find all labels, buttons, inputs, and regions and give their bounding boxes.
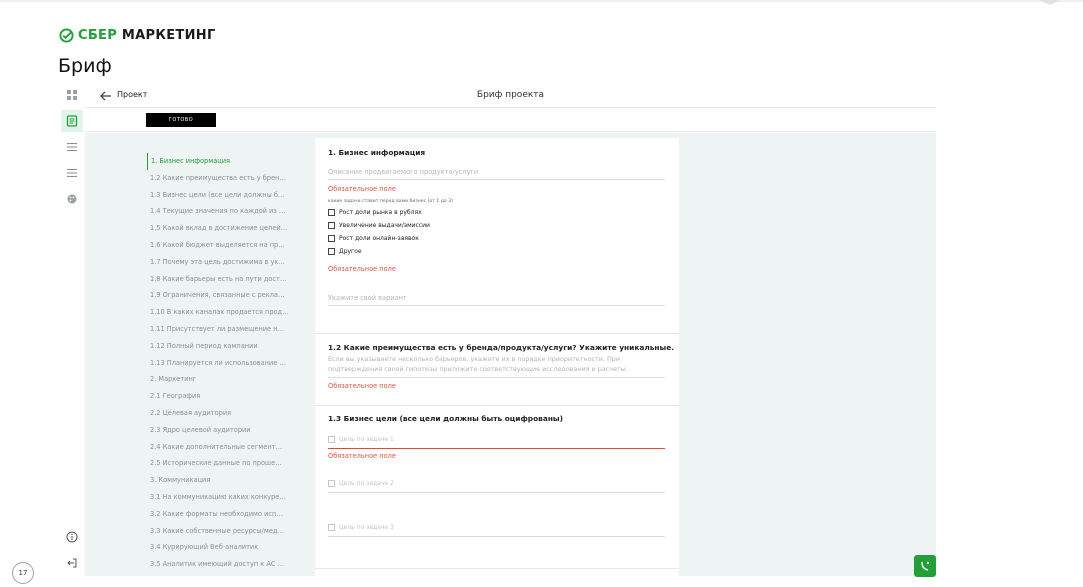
checkbox[interactable] <box>328 480 335 487</box>
toc-item[interactable]: 1.9 Ограничения, связанные с рекла… <box>147 287 307 304</box>
toc-item[interactable]: 3. Коммуникация <box>147 472 307 489</box>
checkbox[interactable] <box>328 235 335 242</box>
brief-icon[interactable] <box>61 110 83 132</box>
toc-item[interactable]: 2.3 Ядро целевой аудитории <box>147 422 307 439</box>
toc-item[interactable]: 2.4 Какие дополнительные сегмент… <box>147 439 307 456</box>
toc-item[interactable]: 1.13 Планируется ли использование … <box>147 355 307 372</box>
goal-3-placeholder: Цель по задаче 3 <box>339 524 394 531</box>
chat-icon <box>921 561 930 571</box>
checkbox[interactable] <box>328 436 335 443</box>
section-divider <box>315 333 679 334</box>
toc-item[interactable]: 3.1 На коммуникацию каких конкуре… <box>147 489 307 506</box>
bookmark-icon[interactable] <box>1039 0 1061 6</box>
option-other[interactable]: Другое <box>328 248 362 255</box>
section-1-title: 1. Бизнес информация <box>328 148 426 157</box>
dashboard-icon[interactable] <box>61 84 83 106</box>
option-issuance[interactable]: Увеличение выдачи/эмиссии <box>328 222 430 229</box>
option-market-share[interactable]: Рост доли рынка в рублях <box>328 209 422 216</box>
slide: СБЕР МАРКЕТИНГ Бриф Проект Бриф проекта … <box>0 0 1083 587</box>
required-error: Обязательное поле <box>328 452 396 460</box>
toc-item[interactable]: 1.8 Какие барьеры есть на пути дост… <box>147 271 307 288</box>
checkbox[interactable] <box>328 248 335 255</box>
sber-logo-icon <box>59 28 74 43</box>
list-alt-icon[interactable] <box>61 162 83 184</box>
toc-item[interactable]: 2. Маркетинг <box>147 371 307 388</box>
toc-item[interactable]: 3.2 Какие форматы необходимо исп… <box>147 506 307 523</box>
page-number: 17 <box>12 562 34 584</box>
goal-1-placeholder: Цель по задаче 1 <box>339 436 394 443</box>
checkbox[interactable] <box>328 524 335 531</box>
required-error: Обязательное поле <box>328 382 396 390</box>
checkbox[interactable] <box>328 209 335 216</box>
page-title: Бриф проекта <box>476 90 545 100</box>
toc-item[interactable]: 3.4 Курирующий Веб-аналитик <box>147 539 307 556</box>
product-description-underline <box>328 179 665 180</box>
toc-item[interactable]: 2.1 География <box>147 388 307 405</box>
option-label: Другое <box>339 248 362 255</box>
toc-item[interactable]: 1.6 Какой бюджет выделяется на пр… <box>147 237 307 254</box>
toc-item[interactable]: 3.3 Какие собственные ресурсы/мед… <box>147 523 307 540</box>
toc-item[interactable]: 1.5 Какой вклад в достижение целей… <box>147 220 307 237</box>
option-online-share[interactable]: Рост доли онлайн-заявок <box>328 235 419 242</box>
toc-item[interactable]: 1.10 В каких каналах продается прод… <box>147 304 307 321</box>
palette-icon[interactable] <box>61 188 83 210</box>
list-icon[interactable] <box>61 136 83 158</box>
advantages-underline[interactable] <box>328 377 665 378</box>
option-label: Рост доли онлайн-заявок <box>339 235 419 242</box>
logo-marketing: МАРКЕТИНГ <box>117 28 216 43</box>
required-error: Обязательное поле <box>328 265 396 273</box>
goal-2-underline <box>328 492 665 493</box>
logo-sber: СБЕР <box>78 28 118 43</box>
app-topbar: Проект Бриф проекта <box>85 84 936 108</box>
done-button[interactable]: ГОТОВО <box>146 113 216 127</box>
toc-item[interactable]: 1.11 Присутствует ли размещение н… <box>147 321 307 338</box>
left-rail <box>59 84 85 576</box>
goal-3-field[interactable]: Цель по задаче 3 <box>328 524 394 531</box>
section-divider <box>315 568 679 569</box>
section-2-title: 1.2 Какие преимущества есть у бренда/про… <box>328 343 675 352</box>
logout-icon[interactable] <box>61 552 83 574</box>
toc-item[interactable]: 2.2 Целевая аудитория <box>147 405 307 422</box>
required-error: Обязательное поле <box>328 185 396 193</box>
option-label: Рост доли рынка в рублях <box>339 209 422 216</box>
toc-item[interactable]: 3.5 Аналитик имеющий доступ к АС … <box>147 556 307 573</box>
product-description-input[interactable]: Описание продвигаемого продукта/услуги <box>328 168 478 176</box>
toc-item[interactable]: 1.12 Полный период кампании <box>147 338 307 355</box>
goal-2-placeholder: Цель по задаче 2 <box>339 480 394 487</box>
sber-marketing-logo: СБЕР МАРКЕТИНГ <box>59 28 216 43</box>
toc-item[interactable]: 1.2 Какие преимущества есть у брен… <box>147 170 307 187</box>
option-label: Увеличение выдачи/эмиссии <box>339 222 430 229</box>
section-2-help: Если вы указываете несколько барьеров, у… <box>328 355 628 373</box>
workspace: 1. Бизнес информация 1.2 Какие преимущест… <box>85 133 936 576</box>
goal-2-field[interactable]: Цель по задаче 2 <box>328 480 394 487</box>
info-icon[interactable] <box>61 526 83 548</box>
top-divider <box>0 0 1083 2</box>
goal-3-underline <box>328 536 665 537</box>
toc-item[interactable]: 1.4 Текущие значения по каждой из … <box>147 203 307 220</box>
own-variant-underline <box>328 305 665 306</box>
section-3-title: 1.3 Бизнес цели (все цели должны быть оц… <box>328 414 563 423</box>
toc-item[interactable]: 1.3 Бизнес цели (все цели должны б… <box>147 187 307 204</box>
action-bar: ГОТОВО <box>85 108 936 132</box>
logo-text: СБЕР МАРКЕТИНГ <box>78 28 216 43</box>
own-variant-input[interactable]: Укажите свой вариант <box>328 294 407 302</box>
toc-item[interactable]: 1.7 Почему эта цель достижима в ук… <box>147 254 307 271</box>
goal-1-underline <box>328 448 665 449</box>
app-window: Проект Бриф проекта ГОТОВО 1. Бизнес инф… <box>59 84 936 576</box>
toc-item[interactable]: 1. Бизнес информация <box>147 153 307 170</box>
tasks-note: какие задачи ставит перед вами бизнес (о… <box>328 199 453 204</box>
section-divider <box>315 405 679 406</box>
chat-button[interactable] <box>914 555 936 577</box>
slide-title: Бриф <box>58 55 112 77</box>
goal-1-field[interactable]: Цель по задаче 1 <box>328 436 394 443</box>
table-of-contents: 1. Бизнес информация 1.2 Какие преимущест… <box>147 153 307 576</box>
checkbox[interactable] <box>328 222 335 229</box>
toc-item[interactable]: 3.6 Формат отчетности <box>147 573 307 576</box>
toc-item[interactable]: 2.5 Исторические данные по проше… <box>147 455 307 472</box>
brief-form: 1. Бизнес информация Описание продвигаем… <box>315 138 679 576</box>
